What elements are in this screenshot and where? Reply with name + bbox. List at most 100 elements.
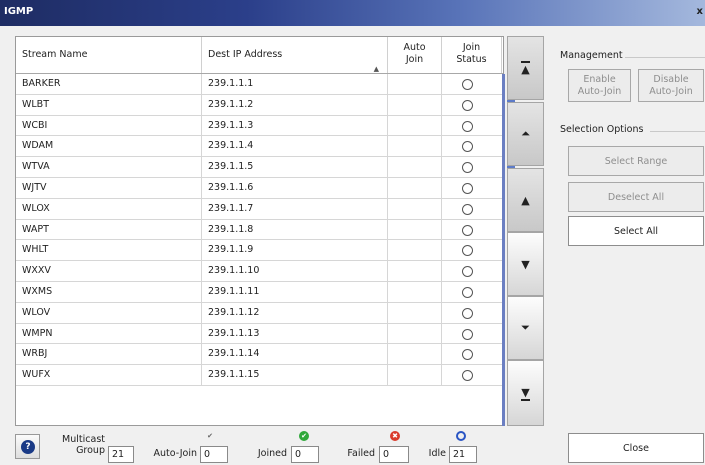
table-row[interactable]: WAPT 239.1.1.8 [16, 219, 503, 241]
column-header-join-status[interactable]: Join Status [442, 37, 502, 73]
join-status-cell [442, 178, 502, 198]
table-row[interactable]: WRBJ 239.1.1.14 [16, 344, 503, 366]
table-row[interactable]: WLOV 239.1.1.12 [16, 302, 503, 324]
auto-join-cell [388, 323, 442, 344]
enable-auto-join-button[interactable]: Enable Auto-Join [568, 69, 631, 102]
idle-status-icon [462, 245, 473, 257]
dest-ip-cell: 239.1.1.14 [202, 344, 388, 365]
table-row[interactable]: WLBT 239.1.1.2 [16, 94, 503, 116]
line-down-button[interactable]: ▼ [507, 232, 544, 296]
idle-status-icon [462, 328, 473, 340]
select-range-button[interactable]: Select Range [568, 146, 704, 176]
management-divider [625, 57, 705, 58]
join-status-cell [442, 199, 502, 219]
idle-status-icon [462, 79, 473, 90]
join-status-cell [442, 324, 502, 344]
join-status-cell [442, 95, 502, 115]
auto-join-cell [388, 74, 442, 94]
scroll-bottom-button[interactable]: ▼ [507, 360, 544, 426]
close-button[interactable]: Close [568, 433, 704, 463]
column-header-stream-name[interactable]: Stream Name [16, 37, 202, 73]
dest-ip-cell: 239.1.1.2 [202, 94, 388, 115]
auto-join-cell [388, 365, 442, 385]
auto-join-label: Auto-Join [153, 448, 197, 459]
table-row[interactable]: WTVA 239.1.1.5 [16, 157, 503, 178]
idle-status-icon [462, 307, 473, 319]
auto-join-cell [388, 157, 442, 177]
failed-label: Failed [347, 448, 375, 459]
table-row[interactable]: WMPN 239.1.1.13 [16, 323, 503, 345]
double-bar-up-icon: ▲ [521, 60, 530, 76]
joined-check-icon: ✔ [299, 431, 309, 441]
idle-status-icon [462, 162, 473, 174]
dest-ip-cell: 239.1.1.11 [202, 282, 388, 302]
idle-status-icon [462, 183, 473, 194]
close-icon[interactable]: x [697, 6, 703, 17]
help-icon: ? [21, 440, 35, 454]
up-icon: ▲ [521, 193, 530, 207]
column-header-dest-ip[interactable]: Dest IP Address ▲ [202, 37, 388, 73]
auto-join-cell [388, 344, 442, 365]
idle-status-icon [462, 349, 473, 361]
multicast-group-label: Multicast Group [62, 434, 105, 456]
join-status-cell [442, 220, 502, 240]
deselect-all-button[interactable]: Deselect All [568, 182, 704, 212]
page-up-button[interactable]: ⏶ [507, 102, 544, 166]
stream-name-cell: WRBJ [16, 344, 202, 365]
status-bar: ? Multicast Group 21 Auto-Join ✔ 0 Joine… [15, 430, 504, 463]
double-bar-down-icon: ▼ [521, 385, 530, 401]
auto-join-cell [388, 261, 442, 281]
dest-ip-cell: 239.1.1.13 [202, 323, 388, 344]
dest-ip-cell: 239.1.1.10 [202, 261, 388, 281]
selection-options-group-label: Selection Options [560, 124, 648, 135]
idle-count: 21 [449, 446, 477, 463]
table-row[interactable]: WHLT 239.1.1.9 [16, 240, 503, 262]
auto-join-count: 0 [200, 446, 228, 463]
auto-join-cell [388, 94, 442, 115]
table-row[interactable]: BARKER 239.1.1.1 [16, 74, 503, 95]
table-row[interactable]: WXMS 239.1.1.11 [16, 282, 503, 303]
stream-name-cell: WAPT [16, 219, 202, 240]
column-header-auto-join[interactable]: Auto Join [388, 37, 442, 73]
stream-name-cell: WLBT [16, 94, 202, 115]
table-row[interactable]: WDAM 239.1.1.4 [16, 136, 503, 158]
multicast-group-count: 21 [108, 446, 134, 463]
stream-name-cell: WXMS [16, 282, 202, 302]
failed-x-icon: ✖ [390, 431, 400, 441]
double-down-icon: ⏷ [521, 321, 530, 334]
stream-name-cell: WTVA [16, 157, 202, 177]
table-row[interactable]: WCBI 239.1.1.3 [16, 115, 503, 137]
table-row[interactable]: WLOX 239.1.1.7 [16, 198, 503, 220]
line-up-button[interactable]: ▲ [507, 168, 544, 232]
scroll-top-button[interactable]: ▲ [507, 36, 544, 100]
idle-status-icon [462, 99, 473, 111]
disable-auto-join-button[interactable]: Disable Auto-Join [638, 69, 704, 102]
stream-name-cell: WHLT [16, 240, 202, 261]
join-status-cell [442, 116, 502, 136]
join-status-cell [442, 344, 502, 364]
table-row[interactable]: WUFX 239.1.1.15 [16, 365, 503, 386]
navigation-column: ▲ ⏶ ▲ ▼ ⏷ ▼ [507, 36, 544, 426]
table-row[interactable]: WJTV 239.1.1.6 [16, 178, 503, 199]
select-all-button[interactable]: Select All [568, 216, 704, 246]
join-status-cell [442, 74, 502, 94]
dest-ip-cell: 239.1.1.1 [202, 74, 388, 94]
table-row[interactable]: WXXV 239.1.1.10 [16, 261, 503, 282]
join-status-cell [442, 136, 502, 156]
stream-table: Stream Name Dest IP Address ▲ Auto Join … [15, 36, 505, 426]
idle-circle-icon [456, 431, 466, 441]
dest-ip-cell: 239.1.1.6 [202, 178, 388, 198]
idle-status-icon [462, 120, 473, 132]
auto-join-cell [388, 302, 442, 323]
stream-name-cell: WJTV [16, 178, 202, 198]
join-status-cell [442, 303, 502, 323]
stream-name-cell: BARKER [16, 74, 202, 94]
help-button[interactable]: ? [15, 434, 40, 459]
column-header-dest-ip-label: Dest IP Address [208, 49, 283, 60]
page-down-button[interactable]: ⏷ [507, 296, 544, 360]
idle-status-icon [462, 224, 473, 236]
stream-name-cell: WCBI [16, 115, 202, 136]
table-scrollbar[interactable] [502, 74, 505, 426]
stream-name-cell: WLOX [16, 198, 202, 219]
dest-ip-cell: 239.1.1.4 [202, 136, 388, 157]
